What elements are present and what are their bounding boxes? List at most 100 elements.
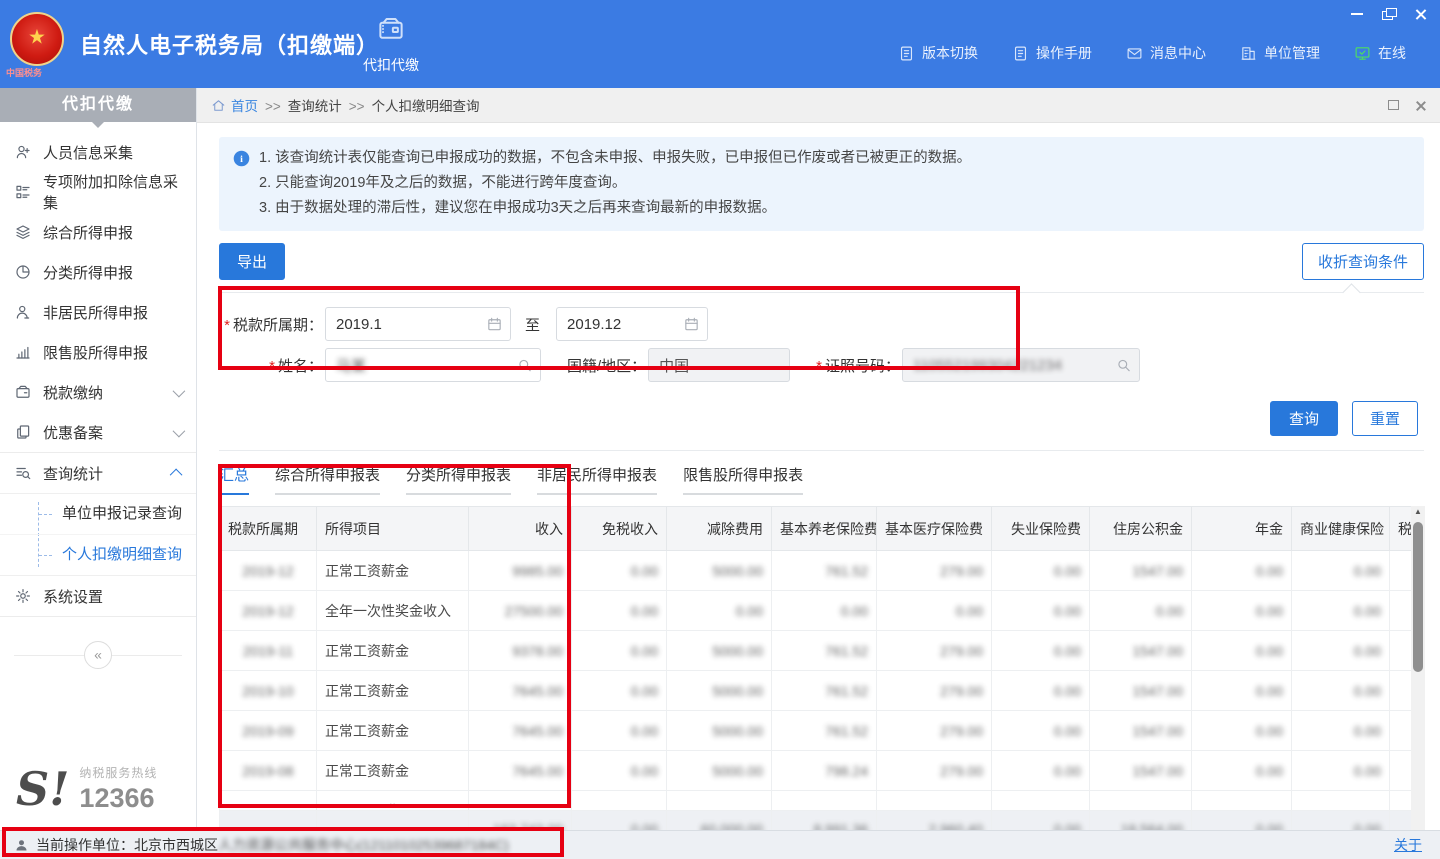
cell-value: 5000.00 [712,643,763,659]
table-row-0: 2019-12正常工资薪金9985.000.005000.00761.52279… [220,551,1412,591]
sidebar-item-4[interactable]: 非居民所得申报 [0,292,196,332]
table-cell: 0.00 [1292,631,1390,671]
panel-close-icon[interactable] [1415,100,1426,111]
table-cell: 60,000.00 [667,811,772,831]
table-cell: 0.00 [877,591,992,631]
name-input[interactable]: 马某 [325,348,541,382]
sidebar-item-label: 非居民所得申报 [43,302,148,323]
table-cell: 0.00 [1192,671,1292,711]
cell-value: 0.00 [631,643,658,659]
sidebar-item-6[interactable]: 税款缴纳 [0,372,196,412]
tab-1[interactable]: 综合所得申报表 [275,464,380,495]
tab-3[interactable]: 非居民所得申报表 [537,464,657,495]
table-row-5: 2019-08正常工资薪金7645.000.005000.00798.24279… [220,751,1412,791]
sidebar-item-0[interactable]: 人员信息采集 [0,132,196,172]
reset-button[interactable]: 重置 [1352,401,1418,436]
cell-value: 7645.00 [512,683,563,699]
vertical-scroll-thumb[interactable] [1413,522,1423,672]
tab-2[interactable]: 分类所得申报表 [406,464,511,495]
restore-icon[interactable] [1382,8,1396,20]
table-cell: 0.00 [572,631,667,671]
breadcrumb-home-link[interactable]: 首页 [231,95,258,115]
period-from-field[interactable]: 2019.1 [325,307,511,341]
table-cell: 279.00 [877,551,992,591]
sidebar-item-9[interactable]: 系统设置 [0,576,196,617]
id-label: *证照号码： [816,355,900,376]
table-cell: 2,960.40 [877,811,992,831]
cell-value: 0.00 [736,603,763,619]
breadcrumb-separator: >> [349,99,365,114]
sidebar-item-2[interactable]: 综合所得申报 [0,212,196,252]
breadcrumb-item-0[interactable]: 查询统计 [288,99,342,114]
cell-value: 0.00 [1256,603,1283,619]
cell-value: 5000.00 [712,683,763,699]
mail-icon [1126,45,1143,62]
column-header-11: 税 [1390,507,1412,551]
app-logo: 中国税务 [0,12,64,82]
sidebar-subitem-8-1[interactable]: 个人扣缴明细查询 [0,535,196,575]
search-icon [516,357,533,374]
minimize-icon[interactable] [1350,8,1364,20]
table-cell: 0.00 [1192,631,1292,671]
hotline-icon: S! [16,766,69,812]
list-icon [14,183,32,201]
breadcrumb-item-1[interactable]: 个人扣缴明细查询 [372,99,480,114]
top-nav-item-3[interactable]: 单位管理 [1240,43,1320,63]
cell-value: 0.00 [631,603,658,619]
table-cell: 0.00 [1192,751,1292,791]
cell-value: 5000.00 [712,723,763,739]
scroll-up-icon[interactable]: ▲ [1411,506,1425,518]
table-cell: 7645.00 [469,671,572,711]
table-cell: 8,991.36 [772,811,877,831]
sidebar-item-8[interactable]: 查询统计 [0,452,196,493]
sidebar-item-label: 综合所得申报 [43,222,133,243]
top-nav-item-2[interactable]: 消息中心 [1126,43,1206,63]
search-button[interactable]: 查询 [1270,401,1338,436]
module-tab-withholding[interactable]: 代扣代缴 [348,14,434,75]
table-row-4: 2019-09正常工资薪金7645.000.005000.00761.52279… [220,711,1412,751]
cell-value: 0.00 [1054,683,1081,699]
tab-0[interactable]: 汇总 [219,464,249,495]
sidebar-item-3[interactable]: 分类所得申报 [0,252,196,292]
table-cell [667,791,772,811]
sidebar-item-7[interactable]: 优惠备案 [0,412,196,452]
sidebar-subitem-8-0[interactable]: 单位申报记录查询 [0,494,196,535]
sidebar-collapse-button[interactable] [84,641,112,669]
top-nav-label: 版本切换 [922,43,978,63]
top-nav-item-0[interactable]: 版本切换 [898,43,978,63]
module-tab-label: 代扣代缴 [348,55,434,75]
sidebar-item-5[interactable]: 限售股所得申报 [0,332,196,372]
cell-value: 1547.00 [1132,563,1183,579]
table-cell [220,791,317,811]
top-nav-item-1[interactable]: 操作手册 [1012,43,1092,63]
vertical-scrollbar[interactable]: ▲ ▼ [1411,506,1425,830]
period-value: 2019-12 [242,563,293,579]
about-link[interactable]: 关于 [1394,835,1422,855]
calendar-icon [683,316,700,333]
export-button[interactable]: 导出 [219,243,285,280]
table-cell: 7645.00 [469,711,572,751]
copy-icon [14,423,32,441]
sidebar-item-1[interactable]: 专项附加扣除信息采集 [0,172,196,212]
table-cell: 0.00 [1292,751,1390,791]
period-cell: 2019-08 [220,751,317,791]
collapse-query-button[interactable]: 收折查询条件 [1302,243,1424,280]
cell-value: 8,991.36 [814,821,869,831]
column-header-4: 减除费用 [667,507,772,551]
tab-4[interactable]: 限售股所得申报表 [683,464,803,495]
wallet-icon [14,383,32,401]
table-header-row: 税款所属期所得项目收入免税收入减除费用基本养老保险费基本医疗保险费失业保险费住房… [220,507,1412,551]
chevron-down-icon [173,384,186,397]
id-number-input[interactable]: 110552199304221234 [902,348,1140,382]
panel-maximize-icon[interactable] [1388,100,1399,110]
period-to-field[interactable]: 2019.12 [556,307,708,341]
sidebar-item-label: 分类所得申报 [43,262,133,283]
top-nav-item-4[interactable]: 在线 [1354,43,1406,63]
table-cell [1292,791,1390,811]
table-cell: 0.00 [1292,591,1390,631]
table-cell: 0.00 [1192,811,1292,831]
table-cell: 1547.00 [1090,751,1192,791]
close-icon[interactable] [1414,8,1428,20]
content-area: 首页 >>查询统计>>个人扣缴明细查询 i 1. 该查询统计表仅能查询已申报成功… [197,88,1440,830]
table-cell [1390,671,1412,711]
